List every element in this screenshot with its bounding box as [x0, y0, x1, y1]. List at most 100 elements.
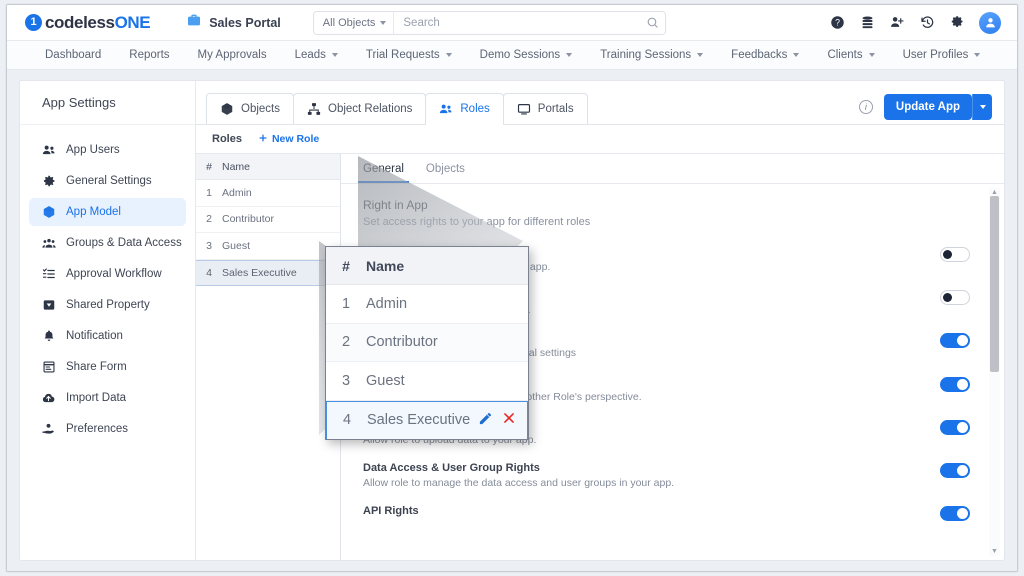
tab-roles[interactable]: Roles [425, 93, 503, 124]
row-index: 2 [196, 213, 222, 225]
right-toggle[interactable] [940, 506, 970, 521]
object-scope-label: All Objects [323, 17, 376, 29]
nav-item-label: User Profiles [903, 49, 969, 61]
info-icon[interactable]: i [859, 100, 873, 114]
right-toggle[interactable] [940, 333, 970, 348]
magnified-table-row[interactable]: 2Contributor [326, 324, 528, 363]
portal-name: Sales Portal [209, 16, 281, 30]
top-bar: 1 codelessONE Sales Portal All Objects ? [7, 5, 1017, 41]
chevron-down-icon [566, 53, 572, 57]
magnified-table-row[interactable]: 3Guest [326, 362, 528, 401]
magnified-roles-table: # Name 1Admin2Contributor3Guest4Sales Ex… [325, 246, 529, 440]
sidebar-item-shared-property[interactable]: Shared Property [29, 291, 186, 319]
sidebar-item-import-data[interactable]: Import Data [29, 384, 186, 412]
detail-tab-general[interactable]: General [363, 154, 404, 183]
table-row[interactable]: 2Contributor [196, 207, 340, 234]
briefcase-icon [186, 12, 202, 33]
right-toggle[interactable] [940, 290, 970, 305]
scrollbar-thumb[interactable] [990, 196, 999, 372]
sidebar-item-label: General Settings [66, 175, 152, 187]
app-logo[interactable]: 1 codelessONE [25, 13, 150, 33]
update-app-dropdown-button[interactable] [972, 94, 992, 120]
right-toggle[interactable] [940, 377, 970, 392]
nav-item-dashboard[interactable]: Dashboard [31, 41, 115, 69]
table-row[interactable]: 3Guest [196, 233, 340, 260]
sidebar-item-approval-workflow[interactable]: Approval Workflow [29, 260, 186, 288]
avatar[interactable] [979, 12, 1001, 34]
cube-icon [220, 102, 234, 116]
nav-item-user-profiles[interactable]: User Profiles [889, 41, 995, 69]
nav-item-my-approvals[interactable]: My Approvals [184, 41, 281, 69]
close-x-icon[interactable] [502, 411, 516, 429]
tab-objects[interactable]: Objects [206, 93, 294, 124]
portal-selector[interactable]: Sales Portal [186, 12, 281, 33]
history-icon[interactable] [919, 15, 935, 31]
sidebar-item-app-users[interactable]: App Users [29, 136, 186, 164]
right-description: Allow role to manage the data access and… [363, 476, 924, 491]
pencil-icon[interactable] [478, 411, 493, 430]
search-icon[interactable] [639, 16, 665, 29]
right-row: API Rights [363, 505, 970, 535]
sidebar-item-share-form[interactable]: Share Form [29, 353, 186, 381]
section-subtitle: Set access rights to your app for differ… [363, 216, 970, 228]
sidebar-item-notification[interactable]: Notification [29, 322, 186, 350]
object-scope-dropdown[interactable]: All Objects [314, 12, 395, 34]
tab-portals[interactable]: Portals [503, 93, 588, 124]
chevron-down-icon [380, 21, 386, 25]
nav-item-clients[interactable]: Clients [813, 41, 888, 69]
sidebar-item-label: Approval Workflow [66, 268, 162, 280]
database-icon[interactable] [859, 15, 875, 31]
sidebar-item-general-settings[interactable]: General Settings [29, 167, 186, 195]
nav-item-label: Demo Sessions [480, 49, 561, 61]
right-toggle[interactable] [940, 420, 970, 435]
row-name: Sales Executive [222, 267, 340, 279]
add-user-icon[interactable] [889, 15, 905, 31]
sidebar-item-app-model[interactable]: App Model [29, 198, 186, 226]
magnified-row-name: Admin [366, 296, 528, 312]
new-role-button[interactable]: New Role [258, 133, 319, 146]
nav-item-label: Dashboard [45, 49, 101, 61]
sidebar-item-groups-data-access[interactable]: Groups & Data Access [29, 229, 186, 257]
magnified-table-row[interactable]: 1Admin [326, 285, 528, 324]
scroll-down-arrow[interactable]: ▼ [989, 547, 1000, 556]
update-app-button[interactable]: Update App [884, 94, 972, 120]
detail-scrollbar[interactable]: ▲ ▼ [989, 188, 1000, 556]
row-name: Admin [222, 187, 340, 199]
nav-item-training-sessions[interactable]: Training Sessions [586, 41, 717, 69]
table-row[interactable]: 1Admin [196, 180, 340, 207]
sidebar-item-label: Import Data [66, 392, 126, 404]
gear-icon[interactable] [949, 15, 965, 31]
row-index: 1 [196, 187, 222, 199]
nav-item-reports[interactable]: Reports [115, 41, 183, 69]
right-toggle[interactable] [940, 463, 970, 478]
magnified-row-name: Contributor [366, 334, 528, 350]
nav-item-label: My Approvals [198, 49, 267, 61]
row-name: Contributor [222, 213, 340, 225]
search-input[interactable] [394, 12, 639, 34]
screenshot-root: 1 codelessONE Sales Portal All Objects ? [0, 0, 1024, 576]
sidebar-item-label: Notification [66, 330, 123, 342]
right-toggle[interactable] [940, 247, 970, 262]
app-window: 1 codelessONE Sales Portal All Objects ? [6, 4, 1018, 572]
sidebar-item-preferences[interactable]: Preferences [29, 415, 186, 443]
update-app-split-button[interactable]: Update App [884, 94, 992, 120]
nav-item-trial-requests[interactable]: Trial Requests [352, 41, 466, 69]
nav-item-leads[interactable]: Leads [281, 41, 352, 69]
tab-object-relations[interactable]: Object Relations [293, 93, 426, 124]
cube-icon [41, 205, 56, 219]
magnified-table-row[interactable]: 4Sales Executive [326, 401, 528, 440]
sidebar-item-label: Preferences [66, 423, 128, 435]
magnified-row-index: 3 [326, 373, 366, 389]
table-row[interactable]: 4Sales Executive [196, 260, 340, 287]
nav-item-demo-sessions[interactable]: Demo Sessions [466, 41, 587, 69]
help-icon[interactable]: ? [829, 15, 845, 31]
sidebar-title: App Settings [20, 81, 195, 125]
detail-tabs: General Objects [341, 154, 1004, 184]
right-text: API Rights [363, 505, 940, 519]
row-index: 4 [196, 267, 222, 279]
detail-tab-objects[interactable]: Objects [426, 154, 465, 183]
nav-item-feedbacks[interactable]: Feedbacks [717, 41, 813, 69]
content-area: ObjectsObject RelationsRolesPortals i Up… [196, 81, 1004, 560]
users-icon [439, 102, 453, 116]
chevron-down-icon [697, 53, 703, 57]
